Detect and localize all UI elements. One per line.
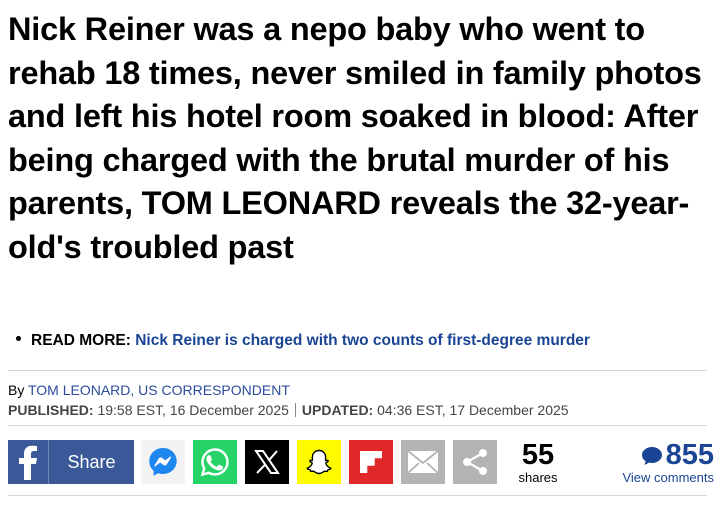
divider: [8, 370, 707, 371]
comments-link[interactable]: 855 View comments: [608, 440, 714, 485]
updated-date: 04:36 EST, 17 December 2025: [377, 402, 569, 418]
flipboard-icon: [360, 451, 382, 473]
messenger-icon: [149, 448, 177, 476]
view-comments-label: View comments: [622, 470, 714, 485]
read-more-label: READ MORE:: [31, 332, 131, 349]
divider: [8, 425, 707, 426]
article-headline: Nick Reiner was a nepo baby who went to …: [8, 11, 702, 265]
read-more-item: READ MORE: Nick Reiner is charged with t…: [16, 332, 590, 350]
author-link[interactable]: TOM LEONARD, US CORRESPONDENT: [28, 382, 290, 398]
facebook-share-button[interactable]: Share: [8, 440, 134, 484]
article-dates: PUBLISHED: 19:58 EST, 16 December 2025 UP…: [8, 402, 569, 418]
email-share-button[interactable]: [401, 440, 445, 484]
facebook-share-label: Share: [67, 451, 116, 472]
x-icon: [254, 450, 280, 474]
share-count: 55 shares: [513, 440, 563, 485]
bullet-point: [16, 336, 21, 342]
share-count-number: 55: [521, 439, 555, 471]
comment-bubble-icon: [641, 446, 662, 465]
byline: By TOM LEONARD, US CORRESPONDENT: [8, 382, 290, 398]
snapchat-icon: [306, 449, 332, 475]
updated-label: UPDATED:: [301, 402, 374, 418]
more-share-button[interactable]: [453, 440, 497, 484]
email-icon: [407, 450, 439, 474]
facebook-icon: [8, 440, 48, 484]
share-more-icon: [463, 449, 487, 475]
messenger-share-button[interactable]: [141, 440, 185, 484]
published-label: PUBLISHED:: [8, 402, 94, 418]
snapchat-share-button[interactable]: [297, 440, 341, 484]
divider: [8, 495, 707, 496]
date-separator: [294, 403, 296, 417]
whatsapp-share-button[interactable]: [193, 440, 237, 484]
byline-prefix: By: [8, 382, 25, 398]
published-date: 19:58 EST, 16 December 2025: [97, 402, 289, 418]
x-share-button[interactable]: [245, 440, 289, 484]
flipboard-share-button[interactable]: [349, 440, 393, 484]
comment-count: 855: [665, 439, 714, 471]
share-count-label: shares: [518, 470, 558, 485]
read-more-link[interactable]: Nick Reiner is charged with two counts o…: [135, 332, 590, 349]
whatsapp-icon: [200, 448, 229, 477]
